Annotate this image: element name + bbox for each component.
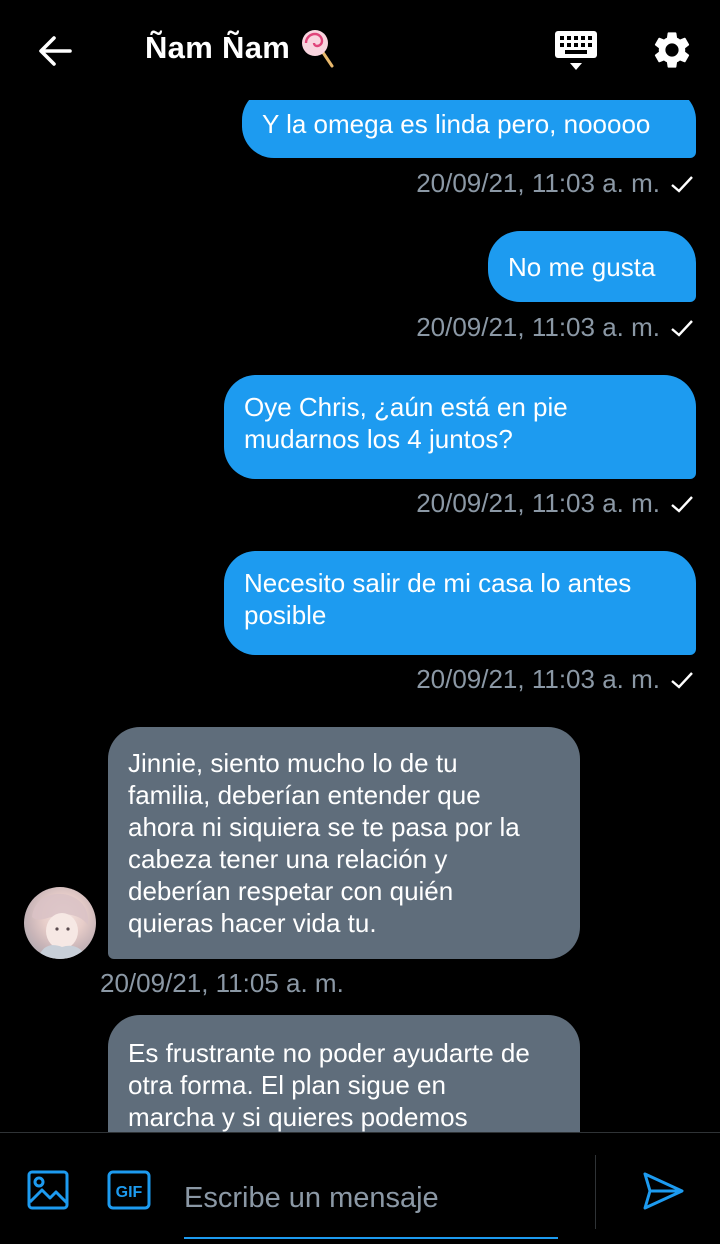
timestamp-text: 20/09/21, 11:03 a. m. <box>416 488 660 518</box>
message-bubble-outgoing[interactable]: No me gusta <box>488 231 696 302</box>
message-text-line: ahora ni siquiera se te pasa por la <box>128 812 520 842</box>
avatar-photo <box>32 893 89 959</box>
message-bubble-incoming[interactable]: Jinnie, siento mucho lo de tu familia, d… <box>108 727 580 959</box>
read-check-icon <box>671 319 693 337</box>
message-list[interactable]: Y la omega es linda pero, nooooo 20/09/2… <box>0 0 720 1132</box>
message-bubble-incoming[interactable]: Es frustrante no poder ayudarte de otra … <box>108 1015 580 1132</box>
gif-icon[interactable]: GIF <box>106 1169 152 1211</box>
timestamp-text: 20/09/21, 11:03 a. m. <box>416 664 660 694</box>
chat-header: Ñam Ñam <box>0 0 720 100</box>
message-text-line: Oye Chris, ¿aún está en pie <box>244 392 568 422</box>
message-timestamp: 20/09/21, 11:03 a. m. <box>416 488 694 519</box>
message-text-line: cabeza tener una relación y <box>128 844 448 874</box>
sender-avatar[interactable] <box>24 887 96 959</box>
message-text-line: Jinnie, siento mucho lo de tu <box>128 748 458 778</box>
conversation-title[interactable]: Ñam Ñam <box>145 28 336 68</box>
composer-divider <box>595 1155 596 1229</box>
read-check-icon <box>671 495 693 513</box>
message-text-line: otra forma. El plan sigue en <box>128 1070 446 1100</box>
back-arrow-icon[interactable] <box>30 26 80 76</box>
send-icon[interactable] <box>640 1169 686 1213</box>
message-timestamp: 20/09/21, 11:03 a. m. <box>416 168 694 199</box>
read-check-icon <box>671 671 693 689</box>
read-check-icon <box>671 175 693 193</box>
lollipop-icon <box>302 30 334 68</box>
message-timestamp: 20/09/21, 11:05 a. m. <box>100 968 344 999</box>
message-composer: GIF <box>0 1132 720 1244</box>
chat-screen: Y la omega es linda pero, nooooo 20/09/2… <box>0 0 720 1244</box>
message-text-line: Es frustrante no poder ayudarte de <box>128 1038 530 1068</box>
conversation-name: Ñam Ñam <box>145 30 291 65</box>
keyboard-icon[interactable] <box>553 28 599 74</box>
message-text-line: mudarnos los 4 juntos? <box>244 424 513 454</box>
message-timestamp: 20/09/21, 11:03 a. m. <box>416 312 694 343</box>
timestamp-text: 20/09/21, 11:05 a. m. <box>100 968 344 998</box>
message-bubble-outgoing[interactable]: Necesito salir de mi casa lo antes posib… <box>224 551 696 655</box>
timestamp-text: 20/09/21, 11:03 a. m. <box>416 168 660 198</box>
message-text-line: Necesito salir de mi casa lo antes <box>244 568 632 598</box>
message-text: No me gusta <box>508 252 656 282</box>
message-text-line: posible <box>244 600 327 630</box>
message-text-line: deberían respetar con quién <box>128 876 454 906</box>
message-text: Y la omega es linda pero, nooooo <box>262 109 651 139</box>
message-text-line: quieras hacer vida tu. <box>128 908 377 938</box>
gear-icon[interactable] <box>650 28 694 72</box>
message-timestamp: 20/09/21, 11:03 a. m. <box>416 664 694 695</box>
message-input[interactable] <box>184 1159 558 1239</box>
message-text-line: familia, deberían entender que <box>128 780 481 810</box>
message-bubble-outgoing[interactable]: Oye Chris, ¿aún está en pie mudarnos los… <box>224 375 696 479</box>
svg-text:GIF: GIF <box>116 1184 143 1201</box>
message-text-line: marcha y si quieres podemos <box>128 1102 468 1132</box>
image-icon[interactable] <box>26 1169 70 1211</box>
timestamp-text: 20/09/21, 11:03 a. m. <box>416 312 660 342</box>
